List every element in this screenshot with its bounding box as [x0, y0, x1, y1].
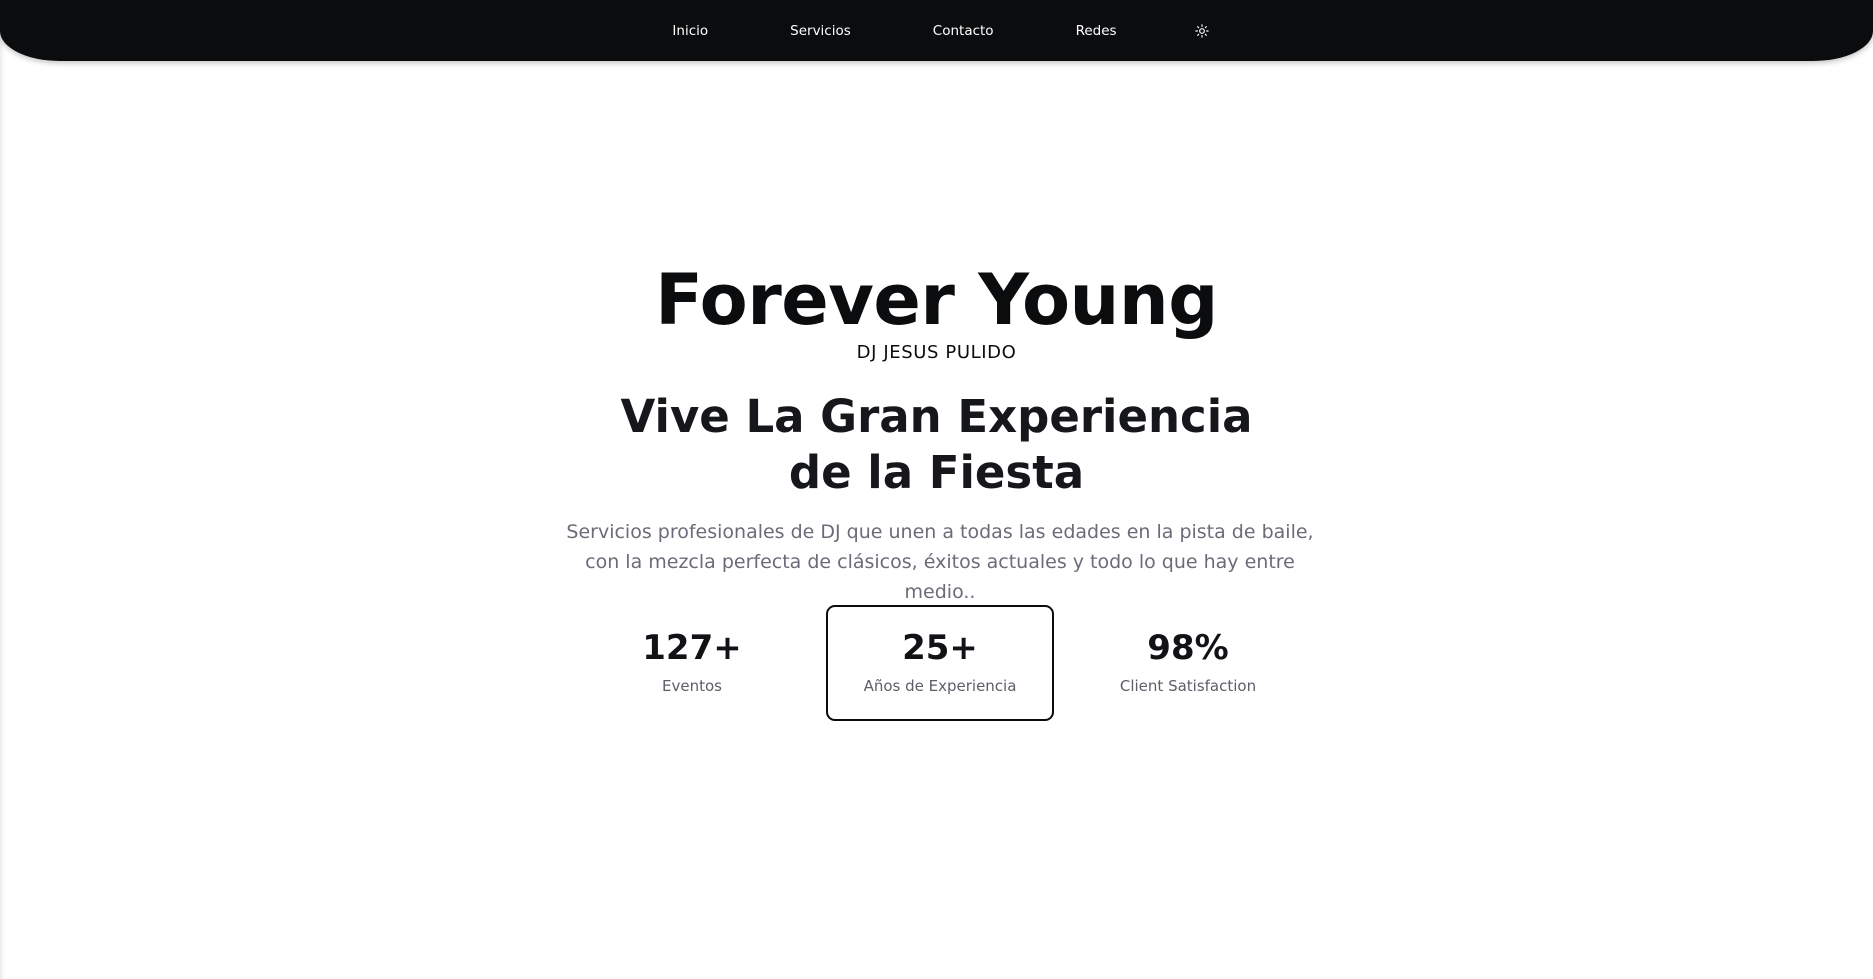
stat-value: 25+ [902, 628, 978, 668]
hero-description: Servicios profesionales de DJ que unen a… [566, 521, 1314, 603]
stat-label: Client Satisfaction [1119, 677, 1257, 695]
stat-card-satisfaction: 98% Client Satisfaction [1074, 605, 1302, 721]
stat-label: Eventos [662, 677, 722, 695]
nav-links: Inicio Servicios Contacto Redes [672, 19, 1210, 43]
hero-heading: Vive La Gran Experiencia de la Fiesta [0, 389, 1873, 501]
hero-subtitle: DJ JESUS PULIDO [856, 342, 1017, 363]
nav-link-inicio[interactable]: Inicio [672, 19, 708, 43]
stat-card-experiencia: 25+ Años de Experiencia [826, 605, 1054, 721]
nav-link-redes[interactable]: Redes [1076, 19, 1117, 43]
sun-icon [1194, 23, 1209, 38]
nav-link-contacto[interactable]: Contacto [933, 19, 994, 43]
stat-value: 98% [1147, 628, 1229, 668]
page: Inicio Servicios Contacto Redes Forever … [0, 0, 1873, 979]
stats-row: 127+ Eventos 25+ Años de Experiencia 98%… [578, 605, 1298, 722]
hero-heading-line-1: Vive La Gran Experiencia [620, 390, 1253, 443]
hero-heading-line-2: de la Fiesta [788, 446, 1085, 499]
theme-toggle-button[interactable] [1193, 22, 1211, 40]
top-navbar: Inicio Servicios Contacto Redes [0, 0, 1873, 61]
stat-value: 127+ [642, 628, 742, 668]
stat-label: Años de Experiencia [863, 677, 1017, 695]
hero-title: Forever Young [655, 259, 1218, 341]
stat-card-eventos: 127+ Eventos [578, 605, 806, 721]
nav-link-servicios[interactable]: Servicios [790, 19, 851, 43]
